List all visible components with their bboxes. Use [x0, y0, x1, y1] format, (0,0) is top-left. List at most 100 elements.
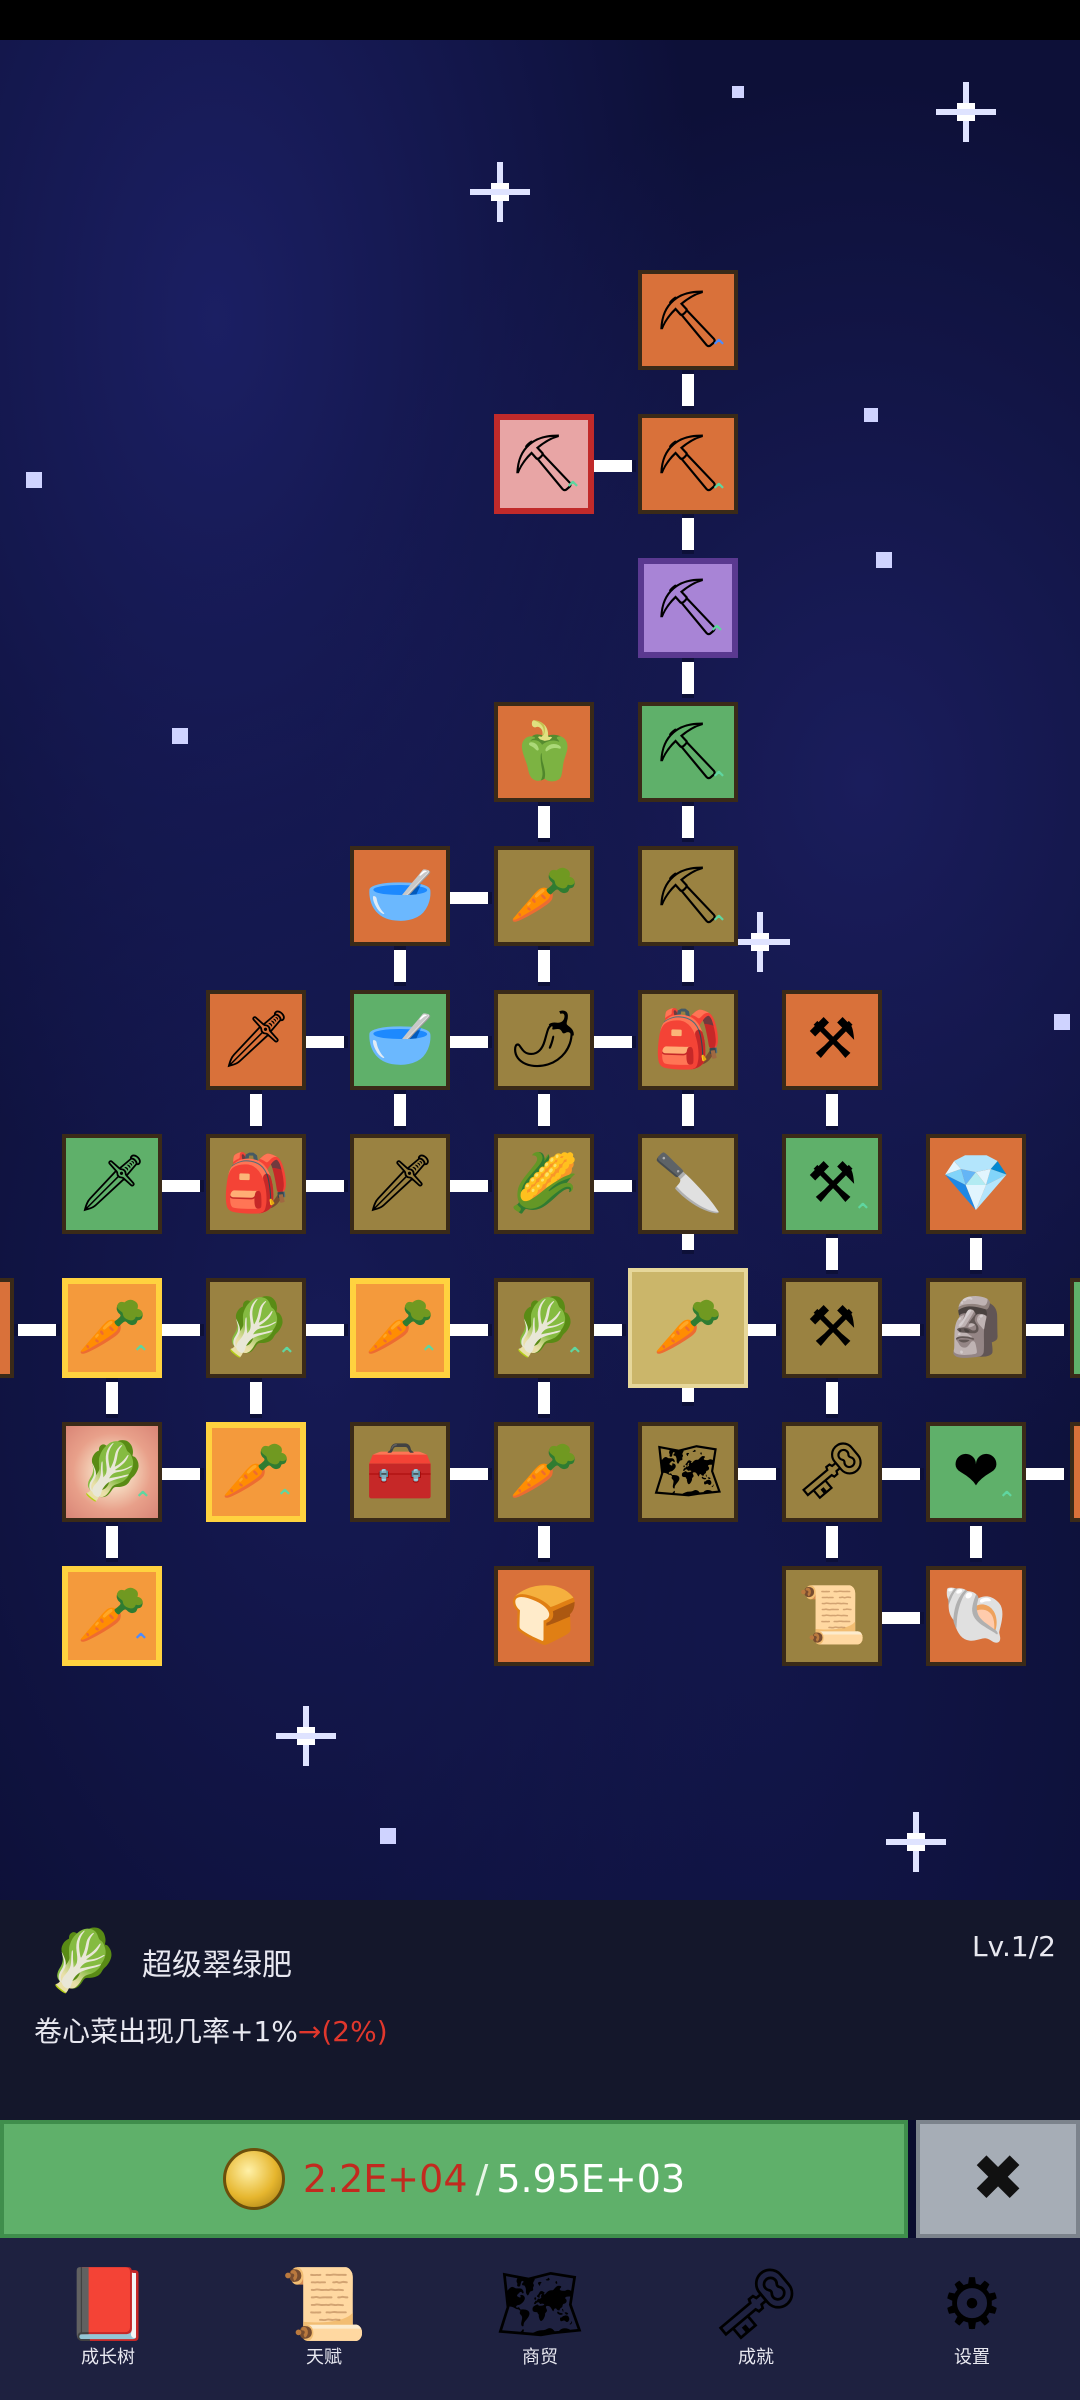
- skill-desc-text: 卷心菜出现几率+1%: [34, 2015, 298, 2048]
- shovel-upgrade-node[interactable]: ⛏ ⌃: [638, 270, 738, 370]
- connector: [590, 1324, 626, 1336]
- sword-node[interactable]: 🗡: [350, 1134, 450, 1234]
- connector: [826, 1090, 838, 1130]
- dim-star: [864, 408, 878, 422]
- close-button[interactable]: ✖: [916, 2120, 1080, 2238]
- connector: [826, 1234, 838, 1274]
- backpack-node[interactable]: 🎒: [206, 1134, 306, 1234]
- backpack-icon: 🎒: [653, 1007, 723, 1072]
- pickaxe-node[interactable]: ⚒: [782, 1278, 882, 1378]
- shovel-node[interactable]: ⛏ ⌃: [638, 846, 738, 946]
- fossil-icon: 🐚: [941, 1583, 1011, 1648]
- crystal-node[interactable]: 💎: [926, 1134, 1026, 1234]
- sword-node[interactable]: 🗡: [62, 1134, 162, 1234]
- nav-trade[interactable]: 🗺 商贸: [440, 2244, 640, 2394]
- connector: [682, 946, 694, 986]
- gold-coin-icon: [222, 2148, 285, 2210]
- edge-node[interactable]: [1070, 1278, 1080, 1378]
- bowl-node[interactable]: 🥣: [350, 990, 450, 1090]
- dim-star: [26, 472, 42, 488]
- bread-node[interactable]: 🍞: [494, 1566, 594, 1666]
- connector: [682, 1090, 694, 1130]
- shovel-upgrade-node[interactable]: ⛏ ⌃: [638, 414, 738, 514]
- carrot-golden-node[interactable]: 🥕 ⌃: [350, 1278, 450, 1378]
- upgrade-arrow-icon: ⌃: [709, 336, 728, 361]
- skill-level: Lv.1/2: [972, 1930, 1056, 1963]
- connector: [394, 1090, 406, 1130]
- carrot-golden-node[interactable]: 🥕 ⌃: [206, 1422, 306, 1522]
- upgrade-arrow-icon: ⌃: [131, 1342, 150, 1367]
- connector: [878, 1324, 924, 1336]
- current-coins: 2.2E+04: [302, 2157, 468, 2201]
- upgrade-arrow-icon: ⌃: [563, 478, 582, 503]
- connector: [826, 1522, 838, 1562]
- chest-node[interactable]: 🧰: [350, 1422, 450, 1522]
- dim-star: [1054, 1014, 1070, 1030]
- pickaxe-node[interactable]: ⚒: [782, 990, 882, 1090]
- nav-label: 设置: [954, 2347, 990, 2368]
- price-separator: /: [475, 2157, 489, 2201]
- connector: [1022, 1324, 1068, 1336]
- carrot-golden-node[interactable]: 🥕 ⌃: [62, 1566, 162, 1666]
- scroll-node[interactable]: 📜: [782, 1566, 882, 1666]
- carrot-root-node[interactable]: 🥕: [628, 1268, 748, 1388]
- nav-settings[interactable]: ⚙ 设置: [872, 2244, 1072, 2394]
- crystal-icon: 💎: [941, 1151, 1011, 1216]
- key-node[interactable]: 🗝: [782, 1422, 882, 1522]
- nav-label: 商贸: [522, 2347, 558, 2368]
- connector: [590, 460, 636, 472]
- edge-node[interactable]: [1070, 1422, 1080, 1522]
- upgrade-arrow-icon: ⌃: [997, 1488, 1016, 1513]
- connector: [590, 1036, 636, 1048]
- nav-achievements[interactable]: 🗝 成就: [656, 2244, 856, 2394]
- pickaxe-node[interactable]: ⚒ ⌃: [782, 1134, 882, 1234]
- parsnip-node[interactable]: 🥕: [494, 1422, 594, 1522]
- cabbage-node[interactable]: 🥬 ⌃: [206, 1278, 306, 1378]
- cabbage-node[interactable]: 🥬 ⌃: [494, 1278, 594, 1378]
- backpack-node[interactable]: 🎒: [638, 990, 738, 1090]
- connector: [446, 1468, 492, 1480]
- pickaxe-icon: ⚒: [806, 1151, 858, 1216]
- scroll-icon: 📜: [797, 1583, 867, 1648]
- backpack-icon: 🎒: [221, 1151, 291, 1216]
- upgrade-arrow-icon: ⌃: [709, 912, 728, 937]
- connector: [302, 1324, 348, 1336]
- golden-sword-node[interactable]: 🗡: [206, 990, 306, 1090]
- shovel-upgrade-node[interactable]: ⛏ ⌃: [638, 702, 738, 802]
- edge-node[interactable]: [0, 1278, 14, 1378]
- connector: [682, 658, 694, 698]
- heart-node[interactable]: ❤ ⌃: [926, 1422, 1026, 1522]
- radish-node[interactable]: 🥕: [494, 846, 594, 946]
- connector: [446, 1324, 492, 1336]
- nav-label: 成就: [738, 2347, 774, 2368]
- carrot-golden-node[interactable]: 🥕 ⌃: [62, 1278, 162, 1378]
- shovel-rare-node[interactable]: ⛏ ⌃: [494, 414, 594, 514]
- skill-tree-canvas[interactable]: ⛏ ⌃ ⛏ ⌃ ⛏ ⌃ ⛏ ⌃ 🫑 ⛏ ⌃ 🥣 🥕 ⛏ ⌃ 🗡 🥣 🌶 🎒 ⚒ 🗡 🎒 🗡 …: [0, 40, 1080, 1900]
- upgrade-arrow-icon: ⌃: [419, 1342, 438, 1367]
- nav-label: 天赋: [306, 2347, 342, 2368]
- pickaxe-icon: ⚒: [806, 1007, 858, 1072]
- sparkle-star: [276, 1706, 336, 1766]
- statue-node[interactable]: 🗿: [926, 1278, 1026, 1378]
- connector: [970, 1522, 982, 1562]
- pickaxe-icon: ⚒: [806, 1295, 858, 1360]
- bowl-node[interactable]: 🥣: [350, 846, 450, 946]
- fossil-node[interactable]: 🐚: [926, 1566, 1026, 1666]
- shovel-epic-node[interactable]: ⛏ ⌃: [638, 558, 738, 658]
- pepper-node[interactable]: 🫑: [494, 702, 594, 802]
- nav-talent[interactable]: 📜 天赋: [224, 2244, 424, 2394]
- gear-icon: ⚙: [940, 2263, 1004, 2345]
- dagger-node[interactable]: 🔪: [638, 1134, 738, 1234]
- upgrade-button[interactable]: 2.2E+04/5.95E+03: [0, 2120, 908, 2238]
- chili-node[interactable]: 🌶: [494, 990, 594, 1090]
- cabbage-selected-node[interactable]: 🥬 ⌃: [62, 1422, 162, 1522]
- connector: [682, 514, 694, 554]
- heart-icon: ❤: [952, 1439, 1000, 1504]
- map-node[interactable]: 🗺: [638, 1422, 738, 1522]
- nav-label: 成长树: [81, 2347, 135, 2368]
- nav-growth-tree[interactable]: 📕 成长树: [8, 2244, 208, 2394]
- dim-star: [172, 728, 188, 744]
- connector: [538, 1378, 550, 1418]
- connector: [1022, 1468, 1068, 1480]
- corn-node[interactable]: 🌽: [494, 1134, 594, 1234]
